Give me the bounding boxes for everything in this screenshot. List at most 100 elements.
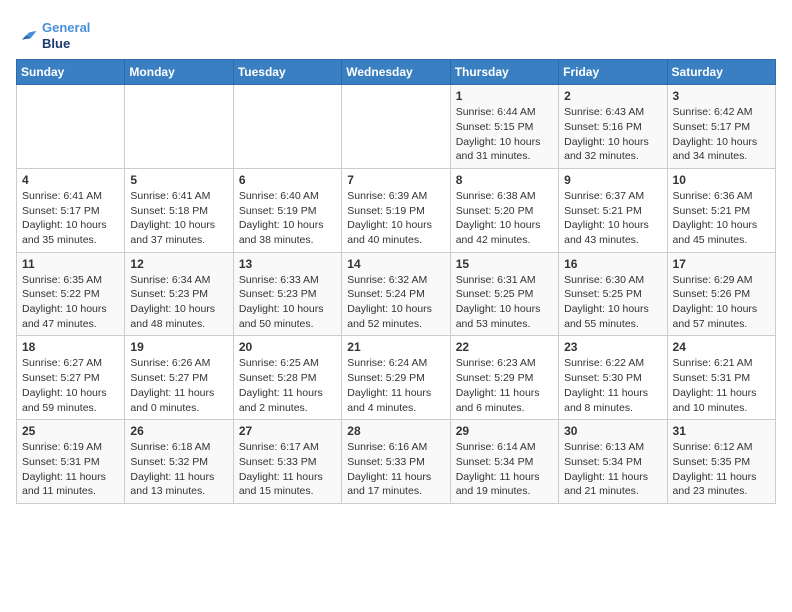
calendar-header-row: SundayMondayTuesdayWednesdayThursdayFrid… [17, 60, 776, 85]
calendar-cell: 7 Sunrise: 6:39 AMSunset: 5:19 PMDaylight… [342, 168, 450, 252]
logo-bird-icon [16, 25, 38, 47]
day-number: 10 [673, 173, 770, 187]
logo: GeneralBlue [16, 16, 90, 51]
day-info: Sunrise: 6:22 AMSunset: 5:30 PMDaylight:… [564, 356, 661, 415]
day-number: 14 [347, 257, 444, 271]
day-of-week-header: Tuesday [233, 60, 341, 85]
day-number: 4 [22, 173, 119, 187]
day-info: Sunrise: 6:16 AMSunset: 5:33 PMDaylight:… [347, 440, 444, 499]
calendar-cell: 9 Sunrise: 6:37 AMSunset: 5:21 PMDaylight… [559, 168, 667, 252]
day-number: 5 [130, 173, 227, 187]
calendar-cell: 29 Sunrise: 6:14 AMSunset: 5:34 PMDayligh… [450, 420, 558, 504]
day-number: 18 [22, 340, 119, 354]
day-number: 27 [239, 424, 336, 438]
day-info: Sunrise: 6:19 AMSunset: 5:31 PMDaylight:… [22, 440, 119, 499]
day-info: Sunrise: 6:38 AMSunset: 5:20 PMDaylight:… [456, 189, 553, 248]
calendar-cell: 25Sunrise: 6:19 AMSunset: 5:31 PMDayligh… [17, 420, 125, 504]
day-info: Sunrise: 6:27 AMSunset: 5:27 PMDaylight:… [22, 356, 119, 415]
day-number: 22 [456, 340, 553, 354]
day-of-week-header: Saturday [667, 60, 775, 85]
calendar-cell: 12 Sunrise: 6:34 AMSunset: 5:23 PMDayligh… [125, 252, 233, 336]
day-of-week-header: Sunday [17, 60, 125, 85]
day-info: Sunrise: 6:18 AMSunset: 5:32 PMDaylight:… [130, 440, 227, 499]
calendar-week-row: 1Sunrise: 6:44 AMSunset: 5:15 PMDaylight… [17, 85, 776, 169]
header: GeneralBlue [16, 16, 776, 51]
day-info: Sunrise: 6:41 AMSunset: 5:18 PMDaylight:… [130, 189, 227, 248]
day-info: Sunrise: 6:17 AMSunset: 5:33 PMDaylight:… [239, 440, 336, 499]
day-info: Sunrise: 6:23 AMSunset: 5:29 PMDaylight:… [456, 356, 553, 415]
day-info: Sunrise: 6:32 AMSunset: 5:24 PMDaylight:… [347, 273, 444, 332]
calendar-cell [342, 85, 450, 169]
day-info: Sunrise: 6:13 AMSunset: 5:34 PMDaylight:… [564, 440, 661, 499]
day-info: Sunrise: 6:24 AMSunset: 5:29 PMDaylight:… [347, 356, 444, 415]
day-number: 6 [239, 173, 336, 187]
day-info: Sunrise: 6:12 AMSunset: 5:35 PMDaylight:… [673, 440, 770, 499]
calendar-cell: 13 Sunrise: 6:33 AMSunset: 5:23 PMDayligh… [233, 252, 341, 336]
calendar-cell [17, 85, 125, 169]
day-info: Sunrise: 6:34 AMSunset: 5:23 PMDaylight:… [130, 273, 227, 332]
calendar-cell: 20Sunrise: 6:25 AMSunset: 5:28 PMDayligh… [233, 336, 341, 420]
day-info: Sunrise: 6:37 AMSunset: 5:21 PMDaylight:… [564, 189, 661, 248]
day-number: 30 [564, 424, 661, 438]
day-number: 9 [564, 173, 661, 187]
calendar-week-row: 11Sunrise: 6:35 AMSunset: 5:22 PMDayligh… [17, 252, 776, 336]
day-info: Sunrise: 6:41 AMSunset: 5:17 PMDaylight:… [22, 189, 119, 248]
day-of-week-header: Wednesday [342, 60, 450, 85]
day-number: 23 [564, 340, 661, 354]
day-of-week-header: Friday [559, 60, 667, 85]
day-number: 16 [564, 257, 661, 271]
day-info: Sunrise: 6:39 AMSunset: 5:19 PMDaylight:… [347, 189, 444, 248]
day-info: Sunrise: 6:42 AMSunset: 5:17 PMDaylight:… [673, 105, 770, 164]
day-number: 2 [564, 89, 661, 103]
calendar-table: SundayMondayTuesdayWednesdayThursdayFrid… [16, 59, 776, 504]
day-info: Sunrise: 6:26 AMSunset: 5:27 PMDaylight:… [130, 356, 227, 415]
calendar-cell: 4 Sunrise: 6:41 AMSunset: 5:17 PMDaylight… [17, 168, 125, 252]
day-number: 28 [347, 424, 444, 438]
day-info: Sunrise: 6:31 AMSunset: 5:25 PMDaylight:… [456, 273, 553, 332]
calendar-cell: 16 Sunrise: 6:30 AMSunset: 5:25 PMDayligh… [559, 252, 667, 336]
day-number: 3 [673, 89, 770, 103]
day-number: 31 [673, 424, 770, 438]
calendar-cell: 14 Sunrise: 6:32 AMSunset: 5:24 PMDayligh… [342, 252, 450, 336]
day-info: Sunrise: 6:30 AMSunset: 5:25 PMDaylight:… [564, 273, 661, 332]
calendar-cell: 5 Sunrise: 6:41 AMSunset: 5:18 PMDaylight… [125, 168, 233, 252]
calendar-cell: 22 Sunrise: 6:23 AMSunset: 5:29 PMDayligh… [450, 336, 558, 420]
calendar-week-row: 4 Sunrise: 6:41 AMSunset: 5:17 PMDaylight… [17, 168, 776, 252]
calendar-cell: 23 Sunrise: 6:22 AMSunset: 5:30 PMDayligh… [559, 336, 667, 420]
day-number: 1 [456, 89, 553, 103]
day-number: 24 [673, 340, 770, 354]
calendar-cell: 31 Sunrise: 6:12 AMSunset: 5:35 PMDayligh… [667, 420, 775, 504]
day-number: 26 [130, 424, 227, 438]
calendar-cell: 6 Sunrise: 6:40 AMSunset: 5:19 PMDaylight… [233, 168, 341, 252]
calendar-cell: 30 Sunrise: 6:13 AMSunset: 5:34 PMDayligh… [559, 420, 667, 504]
calendar-cell [233, 85, 341, 169]
calendar-week-row: 25Sunrise: 6:19 AMSunset: 5:31 PMDayligh… [17, 420, 776, 504]
day-number: 8 [456, 173, 553, 187]
calendar-cell: 27 Sunrise: 6:17 AMSunset: 5:33 PMDayligh… [233, 420, 341, 504]
calendar-cell: 19Sunrise: 6:26 AMSunset: 5:27 PMDayligh… [125, 336, 233, 420]
day-number: 12 [130, 257, 227, 271]
calendar-cell: 1Sunrise: 6:44 AMSunset: 5:15 PMDaylight… [450, 85, 558, 169]
day-of-week-header: Monday [125, 60, 233, 85]
calendar-cell: 28 Sunrise: 6:16 AMSunset: 5:33 PMDayligh… [342, 420, 450, 504]
calendar-cell [125, 85, 233, 169]
day-number: 7 [347, 173, 444, 187]
day-info: Sunrise: 6:14 AMSunset: 5:34 PMDaylight:… [456, 440, 553, 499]
calendar-cell: 8 Sunrise: 6:38 AMSunset: 5:20 PMDaylight… [450, 168, 558, 252]
calendar-cell: 18 Sunrise: 6:27 AMSunset: 5:27 PMDayligh… [17, 336, 125, 420]
day-info: Sunrise: 6:33 AMSunset: 5:23 PMDaylight:… [239, 273, 336, 332]
calendar-cell: 17Sunrise: 6:29 AMSunset: 5:26 PMDayligh… [667, 252, 775, 336]
day-number: 21 [347, 340, 444, 354]
calendar-cell: 26 Sunrise: 6:18 AMSunset: 5:32 PMDayligh… [125, 420, 233, 504]
calendar-cell: 24Sunrise: 6:21 AMSunset: 5:31 PMDayligh… [667, 336, 775, 420]
day-number: 29 [456, 424, 553, 438]
day-number: 15 [456, 257, 553, 271]
day-info: Sunrise: 6:40 AMSunset: 5:19 PMDaylight:… [239, 189, 336, 248]
day-number: 11 [22, 257, 119, 271]
calendar-cell: 11Sunrise: 6:35 AMSunset: 5:22 PMDayligh… [17, 252, 125, 336]
calendar-cell: 2 Sunrise: 6:43 AMSunset: 5:16 PMDaylight… [559, 85, 667, 169]
day-number: 13 [239, 257, 336, 271]
day-info: Sunrise: 6:43 AMSunset: 5:16 PMDaylight:… [564, 105, 661, 164]
logo-text: GeneralBlue [42, 20, 90, 51]
day-info: Sunrise: 6:29 AMSunset: 5:26 PMDaylight:… [673, 273, 770, 332]
